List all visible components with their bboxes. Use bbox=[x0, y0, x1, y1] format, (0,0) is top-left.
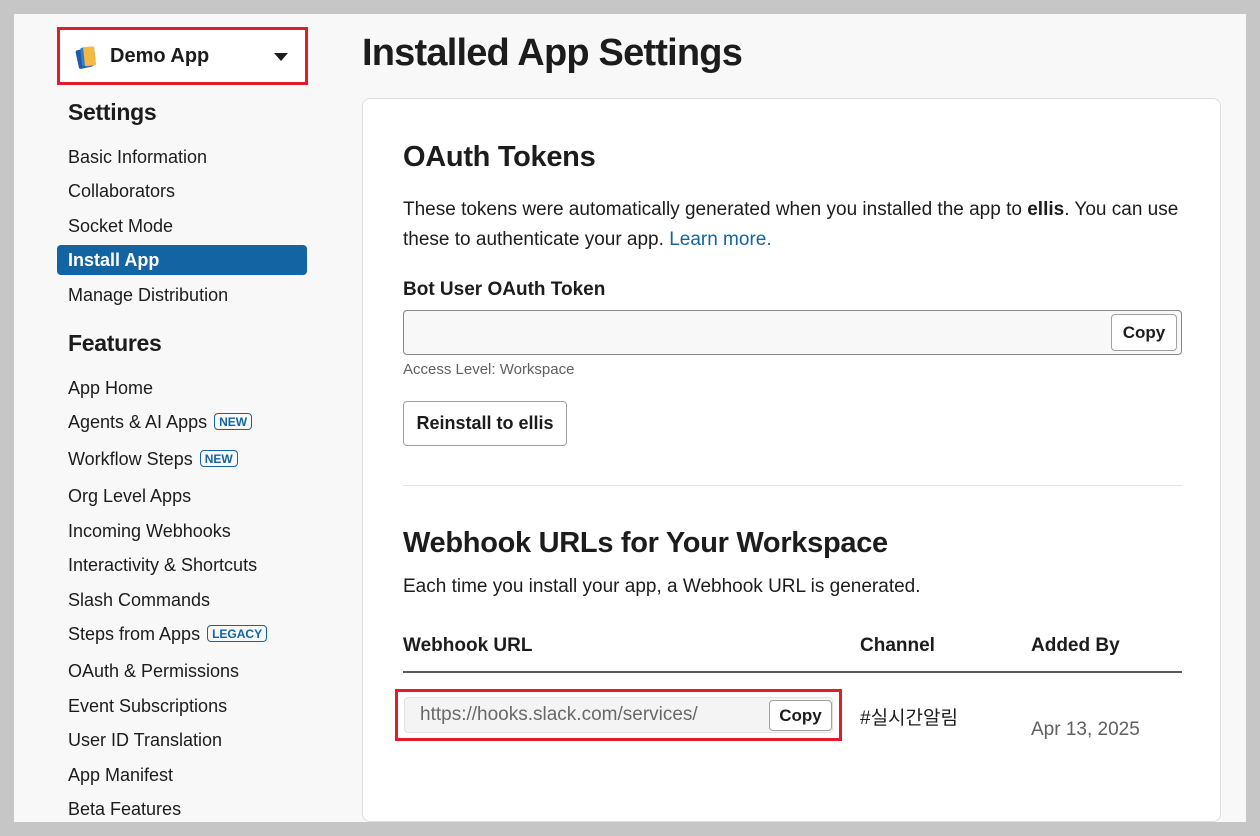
sidebar-item-event-subscriptions[interactable]: Event Subscriptions bbox=[57, 691, 307, 721]
new-badge: NEW bbox=[214, 413, 253, 430]
webhooks-heading: Webhook URLs for Your Workspace bbox=[403, 527, 888, 559]
webhook-added-date: Apr 13, 2025 bbox=[1031, 719, 1140, 740]
app-book-icon bbox=[74, 44, 100, 75]
sidebar-item-oauth-permissions[interactable]: OAuth & Permissions bbox=[57, 656, 307, 686]
settings-card: OAuth Tokens These tokens were automatic… bbox=[362, 98, 1221, 822]
new-badge: NEW bbox=[199, 450, 238, 467]
sidebar-item-label: Manage Distribution bbox=[68, 285, 229, 305]
sidebar-item-label: OAuth & Permissions bbox=[68, 661, 240, 681]
sidebar-item-label: App Manifest bbox=[68, 765, 174, 785]
column-header-webhook-url: Webhook URL bbox=[403, 635, 533, 656]
webhooks-description: Each time you install your app, a Webhoo… bbox=[403, 576, 921, 597]
sidebar-item-label: App Home bbox=[68, 378, 154, 398]
bot-token-field[interactable]: Copy bbox=[403, 310, 1182, 355]
sidebar-item-org-level-apps[interactable]: Org Level Apps bbox=[57, 481, 307, 511]
features-heading: Features bbox=[68, 330, 162, 356]
webhook-url-highlight: https://hooks.slack.com/services/ Copy bbox=[395, 689, 842, 741]
sidebar-item-steps-from-apps[interactable]: Steps from Apps LEGACY bbox=[57, 619, 307, 649]
oauth-description: These tokens were automatically generate… bbox=[403, 195, 1183, 255]
sidebar-item-agents-ai-apps[interactable]: Agents & AI Apps NEW bbox=[57, 407, 307, 437]
table-header-rule bbox=[403, 671, 1182, 673]
column-header-added-by: Added By bbox=[1031, 635, 1120, 656]
settings-heading: Settings bbox=[68, 99, 157, 125]
sidebar-item-manage-distribution[interactable]: Manage Distribution bbox=[57, 280, 307, 310]
sidebar-item-interactivity-shortcuts[interactable]: Interactivity & Shortcuts bbox=[57, 550, 307, 580]
sidebar-item-basic-information[interactable]: Basic Information bbox=[57, 142, 307, 172]
oauth-desc-text: These tokens were automatically generate… bbox=[403, 199, 1028, 220]
page-title: Installed App Settings bbox=[362, 32, 743, 74]
caret-down-icon bbox=[274, 53, 288, 61]
sidebar-item-label: User ID Translation bbox=[68, 730, 223, 750]
reinstall-button[interactable]: Reinstall to ellis bbox=[403, 401, 567, 446]
sidebar-item-label: Agents & AI Apps bbox=[68, 412, 208, 432]
legacy-badge: LEGACY bbox=[207, 625, 268, 642]
sidebar-item-label: Org Level Apps bbox=[68, 486, 192, 506]
webhook-url-field[interactable]: https://hooks.slack.com/services/ Copy bbox=[404, 697, 833, 733]
webhook-url-value: https://hooks.slack.com/services/ bbox=[420, 704, 698, 725]
app-selector-dropdown[interactable]: Demo App bbox=[57, 27, 308, 85]
bot-token-label: Bot User OAuth Token bbox=[403, 279, 606, 300]
sidebar-item-label: Slash Commands bbox=[68, 590, 211, 610]
sidebar-item-user-id-translation[interactable]: User ID Translation bbox=[57, 725, 307, 755]
sidebar-item-slash-commands[interactable]: Slash Commands bbox=[57, 585, 307, 615]
copy-token-button[interactable]: Copy bbox=[1111, 314, 1177, 351]
app-name: Demo App bbox=[110, 45, 210, 67]
sidebar-item-install-app[interactable]: Install App bbox=[57, 245, 307, 275]
sidebar-item-label: Collaborators bbox=[68, 181, 176, 201]
sidebar-item-label: Basic Information bbox=[68, 147, 208, 167]
sidebar-item-workflow-steps[interactable]: Workflow Steps NEW bbox=[57, 444, 307, 474]
sidebar-item-label: Steps from Apps bbox=[68, 624, 201, 644]
section-divider bbox=[403, 485, 1182, 486]
sidebar-item-label: Workflow Steps bbox=[68, 449, 193, 469]
app-settings-window: Demo App Settings Basic Information Coll… bbox=[14, 14, 1246, 822]
access-level-text: Access Level: Workspace bbox=[403, 361, 575, 378]
sidebar-item-app-home[interactable]: App Home bbox=[57, 373, 307, 403]
learn-more-link[interactable]: Learn more. bbox=[669, 229, 771, 250]
sidebar-item-beta-features[interactable]: Beta Features bbox=[57, 794, 307, 822]
sidebar-item-socket-mode[interactable]: Socket Mode bbox=[57, 211, 307, 241]
sidebar-item-app-manifest[interactable]: App Manifest bbox=[57, 760, 307, 790]
sidebar-item-collaborators[interactable]: Collaborators bbox=[57, 176, 307, 206]
sidebar-item-incoming-webhooks[interactable]: Incoming Webhooks bbox=[57, 516, 307, 546]
oauth-tokens-heading: OAuth Tokens bbox=[403, 141, 596, 173]
sidebar-item-label: Incoming Webhooks bbox=[68, 521, 231, 541]
workspace-name: ellis bbox=[1027, 199, 1065, 220]
sidebar-item-label: Beta Features bbox=[68, 799, 182, 819]
sidebar-item-label: Interactivity & Shortcuts bbox=[68, 555, 258, 575]
sidebar-item-label: Event Subscriptions bbox=[68, 696, 228, 716]
sidebar-item-label: Install App bbox=[68, 250, 160, 270]
webhook-channel: #실시간알림 bbox=[860, 708, 958, 729]
column-header-channel: Channel bbox=[860, 635, 935, 656]
sidebar-item-label: Socket Mode bbox=[68, 216, 174, 236]
copy-webhook-button[interactable]: Copy bbox=[769, 700, 832, 731]
